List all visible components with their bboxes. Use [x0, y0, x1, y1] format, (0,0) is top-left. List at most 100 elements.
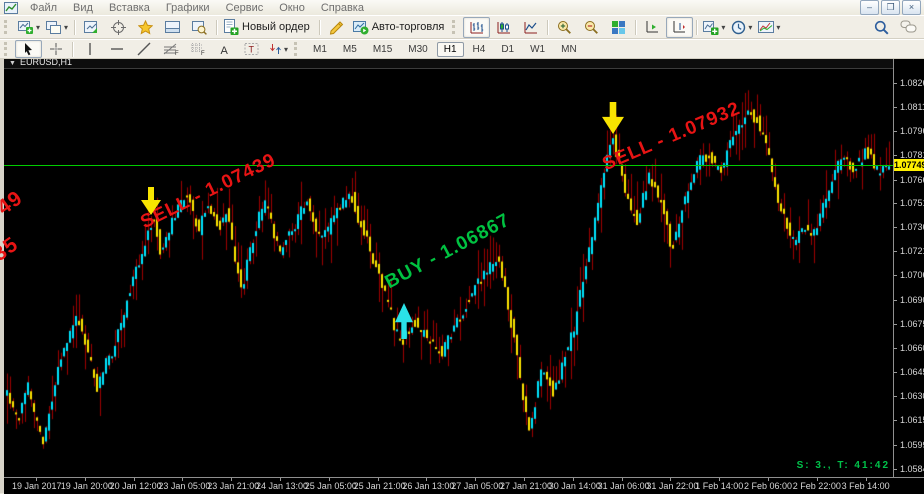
- app-icon: [4, 2, 18, 14]
- restore-button[interactable]: ❐: [881, 0, 900, 15]
- price-tick: [894, 155, 897, 156]
- cursor-button[interactable]: [15, 40, 42, 58]
- hline-button[interactable]: [103, 40, 130, 58]
- period-m1-button[interactable]: M1: [306, 42, 334, 57]
- vline-button[interactable]: [76, 40, 103, 58]
- arrows-tool-icon: [269, 42, 282, 56]
- period-m30-button[interactable]: M30: [401, 42, 434, 57]
- menu-bar: ФайлВидВставкаГрафикиСервисОкноСправка –…: [0, 0, 924, 15]
- time-tick-label: 23 Jan 05:00: [158, 481, 210, 491]
- dropdown-caret-icon[interactable]: ▾: [748, 23, 752, 32]
- price-tick-label: 1.07060: [900, 270, 924, 280]
- price-tick-label: 1.07510: [900, 198, 924, 208]
- period-mn-button[interactable]: MN: [554, 42, 584, 57]
- period-d1-button[interactable]: D1: [494, 42, 521, 57]
- cross-button[interactable]: [42, 40, 69, 58]
- menu-item-3[interactable]: Графики: [158, 1, 218, 15]
- chat-button[interactable]: [895, 17, 922, 38]
- toolbar-grip: [294, 42, 301, 56]
- chart-canvas[interactable]: [4, 56, 893, 477]
- tester-button[interactable]: [186, 17, 213, 38]
- indicators-icon: [703, 20, 719, 35]
- tile-button[interactable]: [605, 17, 632, 38]
- chartshift-button[interactable]: [666, 17, 693, 38]
- period-h4-button[interactable]: H4: [466, 42, 493, 57]
- fibo-button[interactable]: F: [157, 40, 184, 58]
- price-axis[interactable]: 1.07749 1.082651.081151.079651.078151.07…: [893, 56, 924, 477]
- tline-button[interactable]: [130, 40, 157, 58]
- autotrade-button[interactable]: Авто-торговля: [350, 17, 451, 38]
- navigator-icon: [138, 20, 153, 35]
- current-price-line: [4, 165, 893, 166]
- search-button[interactable]: [868, 17, 895, 38]
- zoom-in-button[interactable]: [551, 17, 578, 38]
- arrows-tool-button[interactable]: ▾: [265, 40, 292, 58]
- toolbar-separator: [216, 20, 217, 35]
- menu-item-6[interactable]: Справка: [313, 1, 372, 15]
- period-h1-button[interactable]: H1: [437, 42, 464, 57]
- menu-item-4[interactable]: Сервис: [218, 1, 272, 15]
- text-a-button[interactable]: A: [211, 40, 238, 58]
- dropdown-caret-icon[interactable]: ▾: [64, 23, 68, 32]
- price-tick-label: 1.05840: [900, 464, 924, 474]
- new-order-label: Новый ордер: [240, 21, 313, 33]
- price-tick: [894, 227, 897, 228]
- new-chart-button[interactable]: ▾: [15, 17, 43, 38]
- toolbar-separator: [74, 20, 75, 35]
- grid-f-button[interactable]: F: [184, 40, 211, 58]
- new-order-button[interactable]: Новый ордер: [220, 17, 316, 38]
- tile-icon: [611, 20, 626, 35]
- toolbar-grip: [4, 20, 11, 34]
- dropdown-caret-icon[interactable]: ▾: [36, 23, 40, 32]
- menu-item-0[interactable]: Файл: [22, 1, 65, 15]
- price-tick: [894, 396, 897, 397]
- close-button[interactable]: ×: [902, 0, 921, 15]
- toolbar-grip: [4, 42, 11, 56]
- autotrade-label: Авто-торговля: [370, 21, 448, 33]
- market-watch-button[interactable]: [78, 17, 105, 38]
- metaeditor-icon: [329, 20, 344, 35]
- chart-bars-button[interactable]: [463, 17, 490, 38]
- price-tick-label: 1.06300: [900, 391, 924, 401]
- dropdown-caret-icon[interactable]: ▾: [776, 23, 780, 32]
- price-tick: [894, 372, 897, 373]
- buy-arrow-icon[interactable]: [395, 303, 413, 344]
- indicators-button[interactable]: ▾: [700, 17, 728, 38]
- chart-candles-button[interactable]: [490, 17, 517, 38]
- time-axis[interactable]: 19 Jan 201719 Jan 20:0020 Jan 12:0023 Ja…: [4, 477, 924, 494]
- clock-button[interactable]: ▾: [728, 17, 755, 38]
- period-m5-button[interactable]: M5: [336, 42, 364, 57]
- menu-item-5[interactable]: Окно: [271, 1, 313, 15]
- terminal-button[interactable]: [159, 17, 186, 38]
- minimize-button[interactable]: –: [860, 0, 879, 15]
- profiles-button[interactable]: ▾: [43, 17, 71, 38]
- vline-icon: [85, 42, 95, 56]
- sell-arrow-icon[interactable]: [141, 187, 161, 220]
- metaeditor-button[interactable]: [323, 17, 350, 38]
- price-tick: [894, 445, 897, 446]
- chart-line-button[interactable]: [517, 17, 544, 38]
- price-tick-label: 1.08265: [900, 78, 924, 88]
- autoscroll-button[interactable]: [639, 17, 666, 38]
- toolbar-separator: [319, 20, 320, 35]
- chart-bars-icon: [470, 20, 484, 34]
- label-t-button[interactable]: T: [238, 40, 265, 58]
- chartshift-icon: [672, 20, 687, 34]
- sell-arrow-icon[interactable]: [602, 102, 624, 139]
- templates-button[interactable]: ▾: [755, 17, 783, 38]
- crosshair-button[interactable]: [105, 17, 132, 38]
- zoom-out-button[interactable]: [578, 17, 605, 38]
- time-tick-label: 25 Jan 21:00: [354, 481, 406, 491]
- collapse-triangle-icon[interactable]: ▼: [9, 60, 16, 67]
- chart-window: ▼EURUSD,H1 6949835SELL - 1.07439BUY - 1.…: [0, 56, 924, 493]
- period-w1-button[interactable]: W1: [523, 42, 552, 57]
- cross-icon: [49, 42, 63, 56]
- navigator-button[interactable]: [132, 17, 159, 38]
- menu-item-2[interactable]: Вставка: [101, 1, 158, 15]
- period-m15-button[interactable]: M15: [366, 42, 399, 57]
- menu-item-1[interactable]: Вид: [65, 1, 101, 15]
- profiles-icon: [46, 20, 62, 35]
- dropdown-caret-icon[interactable]: ▾: [284, 45, 288, 54]
- chart-candles-icon: [497, 20, 511, 34]
- dropdown-caret-icon[interactable]: ▾: [721, 23, 725, 32]
